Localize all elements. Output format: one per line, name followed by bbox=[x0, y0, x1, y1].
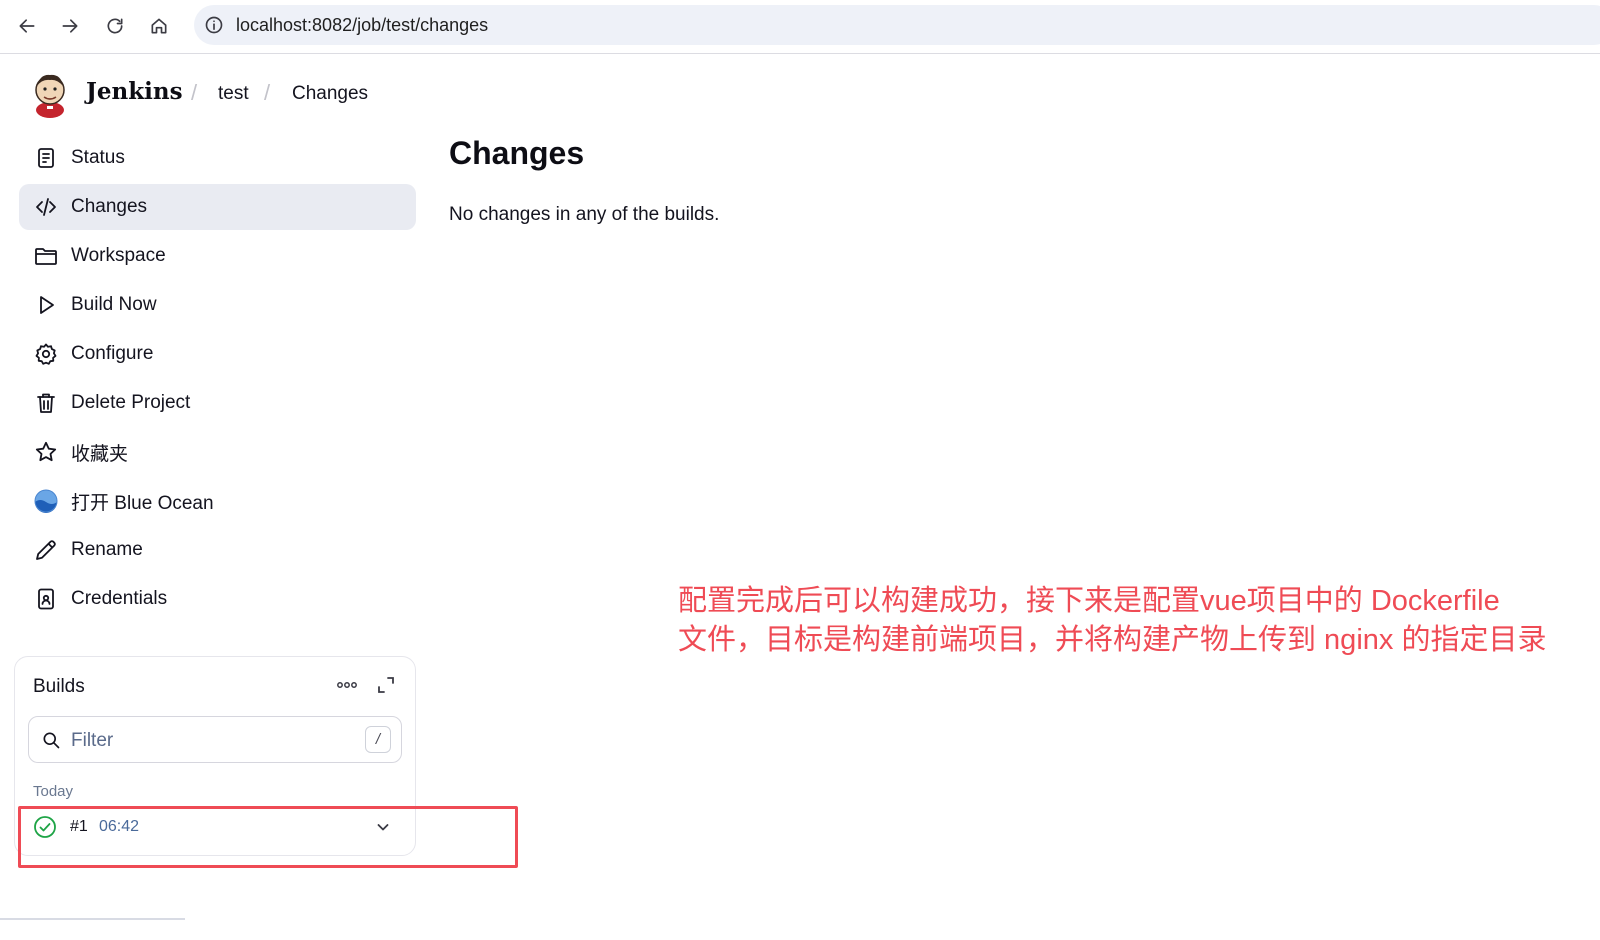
arrow-left-icon bbox=[19, 19, 35, 33]
build-group-label: Today bbox=[33, 783, 74, 800]
back-button[interactable] bbox=[11, 10, 43, 42]
sidebar-item-label: Configure bbox=[71, 343, 154, 364]
document-icon bbox=[33, 145, 59, 171]
filter-shortcut-key: / bbox=[365, 726, 391, 753]
sidebar-item-blue-ocean[interactable]: 打开 Blue Ocean bbox=[19, 478, 416, 524]
breadcrumb-separator: / bbox=[191, 80, 198, 105]
sidebar-item-label: Credentials bbox=[71, 588, 168, 609]
breadcrumb-separator: / bbox=[264, 80, 271, 105]
annotation-line: 文件，目标是构建前端项目，并将构建产物上传到 nginx 的指定目录 bbox=[678, 624, 1547, 656]
reload-icon bbox=[107, 18, 123, 34]
breadcrumb-changes[interactable]: Changes bbox=[292, 83, 368, 105]
annotation-line: 配置完成后可以构建成功，接下来是配置vue项目中的 Dockerfile bbox=[678, 585, 1500, 617]
sidebar-item-label: Workspace bbox=[71, 245, 166, 266]
forward-button[interactable] bbox=[54, 10, 86, 42]
sidebar-item-build-now[interactable]: Build Now bbox=[19, 282, 416, 328]
sidebar-item-label: 打开 Blue Ocean bbox=[71, 492, 214, 514]
credentials-icon bbox=[33, 586, 59, 612]
annotation-highlight-box bbox=[18, 806, 518, 868]
reload-button[interactable] bbox=[99, 10, 131, 42]
gear-icon bbox=[33, 341, 59, 367]
sidebar-item-label: Changes bbox=[71, 196, 148, 217]
home-button[interactable] bbox=[143, 10, 175, 42]
filter-input[interactable]: Filter / bbox=[28, 716, 402, 763]
sidebar-item-workspace[interactable]: Workspace bbox=[19, 233, 416, 279]
sidebar-item-delete-project[interactable]: Delete Project bbox=[19, 380, 416, 426]
more-icon[interactable] bbox=[333, 675, 361, 695]
sidebar-item-label: Build Now bbox=[71, 294, 157, 315]
sidebar-item-label: 收藏夹 bbox=[71, 443, 129, 465]
search-icon bbox=[43, 732, 60, 749]
annotation-text: 配置完成后可以构建成功，接下来是配置vue项目中的 Dockerfile 文件，… bbox=[678, 582, 1598, 660]
browser-toolbar: localhost:8082/job/test/changes bbox=[0, 0, 1600, 54]
code-icon bbox=[33, 194, 59, 220]
sidebar-item-status[interactable]: Status bbox=[19, 135, 416, 181]
pencil-icon bbox=[33, 537, 59, 563]
arrow-right-icon bbox=[62, 19, 78, 33]
sidebar-item-configure[interactable]: Configure bbox=[19, 331, 416, 377]
folder-icon bbox=[33, 243, 59, 269]
page-title: Changes bbox=[449, 135, 585, 171]
trash-icon bbox=[33, 390, 59, 416]
sidebar-item-credentials[interactable]: Credentials bbox=[19, 576, 416, 622]
blue-ocean-icon bbox=[33, 488, 59, 514]
builds-title: Builds bbox=[33, 676, 85, 697]
home-icon bbox=[151, 18, 167, 34]
expand-icon[interactable] bbox=[377, 676, 395, 694]
sidebar-item-favorites[interactable]: 收藏夹 bbox=[19, 429, 416, 475]
address-bar[interactable]: localhost:8082/job/test/changes bbox=[194, 5, 1600, 45]
no-changes-message: No changes in any of the builds. bbox=[449, 204, 720, 225]
star-icon bbox=[33, 439, 59, 465]
play-icon bbox=[33, 292, 59, 318]
filter-placeholder: Filter bbox=[71, 730, 114, 751]
sidebar-item-label: Delete Project bbox=[71, 392, 191, 413]
info-icon[interactable] bbox=[204, 15, 224, 35]
jenkins-logo-icon[interactable] bbox=[30, 70, 70, 118]
brand-name[interactable]: Jenkins bbox=[86, 78, 183, 105]
url-text[interactable]: localhost:8082/job/test/changes bbox=[236, 15, 488, 36]
sidebar-item-rename[interactable]: Rename bbox=[19, 527, 416, 573]
breadcrumb-test[interactable]: test bbox=[218, 83, 249, 105]
sidebar-item-changes[interactable]: Changes bbox=[19, 184, 416, 230]
scrollbar-indicator bbox=[0, 918, 185, 920]
sidebar-item-label: Status bbox=[71, 147, 125, 168]
sidebar-item-label: Rename bbox=[71, 539, 143, 560]
